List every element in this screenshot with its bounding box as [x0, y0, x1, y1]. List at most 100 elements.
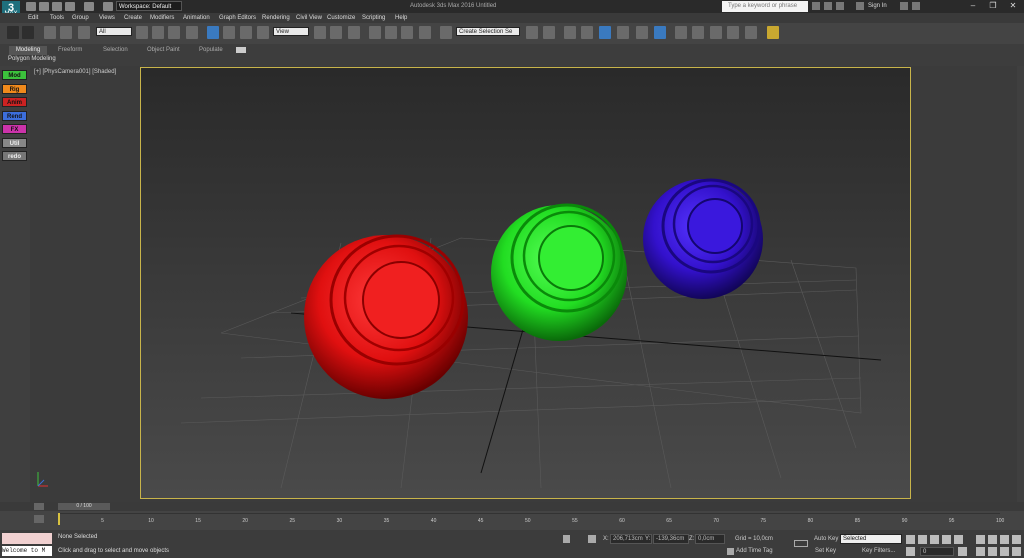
workspace-dropdown[interactable]: Workspace: Default: [116, 1, 182, 11]
pivot-center-icon[interactable]: [314, 26, 326, 39]
maximize-viewport-icon[interactable]: [1012, 547, 1021, 556]
placement-icon[interactable]: [257, 26, 269, 39]
new-file-icon[interactable]: [26, 2, 36, 11]
keyboard-shortcut-override-icon[interactable]: [348, 26, 360, 39]
spinner-snap-icon[interactable]: [419, 26, 431, 39]
exchange-icon[interactable]: [900, 2, 908, 10]
track-bar-toggle-icon[interactable]: [34, 515, 44, 523]
zoom-all-icon[interactable]: [988, 535, 997, 544]
help-icon[interactable]: [912, 2, 920, 10]
undo-icon[interactable]: [65, 2, 75, 11]
open-file-icon[interactable]: [39, 2, 49, 11]
go-to-end-icon[interactable]: [954, 535, 963, 544]
sign-in-link[interactable]: Sign In: [868, 1, 887, 12]
green-sphere[interactable]: [491, 203, 627, 341]
y-coordinate-field[interactable]: -139,36cm: [653, 534, 689, 544]
search-input[interactable]: Type a keyword or phrase: [722, 1, 808, 12]
time-slider-track[interactable]: [0, 502, 1024, 511]
menu-views[interactable]: Views: [99, 13, 115, 23]
curve-editor-icon[interactable]: [599, 26, 611, 39]
sidebar-button-fx[interactable]: FX: [2, 124, 27, 134]
tab-populate[interactable]: Populate: [199, 46, 223, 55]
zoom-icon[interactable]: [976, 535, 985, 544]
unlink-icon[interactable]: [60, 26, 72, 39]
sidebar-button-util[interactable]: Util: [2, 137, 27, 148]
menu-group[interactable]: Group: [72, 13, 89, 23]
snaps-toggle-icon[interactable]: [369, 26, 381, 39]
time-configuration-icon[interactable]: [958, 547, 967, 556]
rendered-frame-window-icon[interactable]: [675, 26, 687, 39]
time-tag-icon[interactable]: [727, 548, 734, 555]
red-sphere[interactable]: [304, 234, 468, 399]
edit-named-selection-icon[interactable]: [440, 26, 452, 39]
save-file-icon[interactable]: [52, 2, 62, 11]
render-iterative-icon[interactable]: [710, 26, 722, 39]
tab-modeling[interactable]: Modeling: [9, 46, 47, 55]
viewport-label[interactable]: [+] [PhysCamera001] [Shaded]: [34, 69, 116, 75]
maxscript-listener-output[interactable]: Welcome to M: [2, 546, 52, 556]
zoom-extents-icon[interactable]: [1000, 535, 1009, 544]
key-mode-toggle-icon[interactable]: [906, 547, 915, 556]
pan-view-icon[interactable]: [988, 547, 997, 556]
key-icon[interactable]: [794, 540, 808, 547]
key-set-selection-dropdown[interactable]: Selected: [840, 534, 902, 544]
menu-modifiers[interactable]: Modifiers: [150, 13, 174, 23]
previous-frame-icon[interactable]: [918, 535, 927, 544]
select-by-name-icon[interactable]: [152, 26, 164, 39]
maximize-button[interactable]: ❐: [986, 0, 1000, 11]
material-editor-icon[interactable]: [636, 26, 648, 39]
move-icon[interactable]: [207, 26, 219, 39]
rectangular-selection-icon[interactable]: [168, 26, 180, 39]
menu-edit[interactable]: Edit: [28, 13, 38, 23]
select-and-manipulate-icon[interactable]: [330, 26, 342, 39]
toggle-ribbon-icon[interactable]: [581, 26, 593, 39]
favorites-icon[interactable]: [836, 2, 844, 10]
rotate-icon[interactable]: [223, 26, 235, 39]
current-frame-field[interactable]: 0: [920, 547, 954, 556]
sidebar-button-rig[interactable]: Rig: [2, 83, 27, 94]
communication-center-icon[interactable]: [824, 2, 832, 10]
render-setup-icon[interactable]: [654, 26, 666, 39]
set-key-button[interactable]: Set Key: [815, 548, 836, 554]
time-slider[interactable]: 0 / 100: [58, 503, 110, 510]
menu-create[interactable]: Create: [124, 13, 142, 23]
close-button[interactable]: ✕: [1006, 0, 1020, 11]
menu-help[interactable]: Help: [395, 13, 407, 23]
auto-key-button[interactable]: Auto Key: [814, 536, 838, 542]
search-icon[interactable]: [812, 2, 820, 10]
selection-filter-dropdown[interactable]: All: [96, 27, 132, 36]
mirror-icon[interactable]: [526, 26, 538, 39]
go-to-start-icon[interactable]: [906, 535, 915, 544]
menu-graph-editors[interactable]: Graph Editors: [219, 13, 256, 23]
current-frame-marker[interactable]: [58, 513, 60, 525]
zoom-extents-all-icon[interactable]: [1012, 535, 1021, 544]
sidebar-button-rend[interactable]: Rend: [2, 110, 27, 121]
user-icon[interactable]: [856, 2, 864, 10]
absolute-mode-icon[interactable]: [588, 535, 596, 543]
menu-animation[interactable]: Animation: [183, 13, 210, 23]
render-in-cloud-icon[interactable]: [745, 26, 757, 39]
z-coordinate-field[interactable]: 0,0cm: [695, 534, 725, 544]
redo-icon[interactable]: [84, 2, 94, 11]
mini-curve-editor-icon[interactable]: [34, 503, 44, 510]
next-frame-icon[interactable]: [942, 535, 951, 544]
menu-rendering[interactable]: Rendering: [262, 13, 290, 23]
angle-snap-icon[interactable]: [385, 26, 397, 39]
tab-freeform[interactable]: Freeform: [58, 46, 82, 55]
window-crossing-icon[interactable]: [186, 26, 198, 39]
menu-civil-view[interactable]: Civil View: [296, 13, 322, 23]
named-selection-set-dropdown[interactable]: Create Selection Se: [456, 27, 520, 36]
key-filters-button[interactable]: Key Filters...: [862, 548, 895, 554]
render-activeshade-icon[interactable]: [727, 26, 739, 39]
maxscript-listener-mini[interactable]: [2, 533, 52, 544]
reference-coordinate-dropdown[interactable]: View: [273, 27, 309, 36]
redo-icon[interactable]: [22, 26, 34, 39]
field-of-view-icon[interactable]: [976, 547, 985, 556]
align-icon[interactable]: [543, 26, 555, 39]
minimize-button[interactable]: –: [966, 0, 980, 11]
schematic-view-icon[interactable]: [617, 26, 629, 39]
blue-sphere[interactable]: [643, 178, 763, 299]
percent-snap-icon[interactable]: [401, 26, 413, 39]
sidebar-button-redo[interactable]: redo: [2, 151, 27, 161]
orbit-icon[interactable]: [1000, 547, 1009, 556]
